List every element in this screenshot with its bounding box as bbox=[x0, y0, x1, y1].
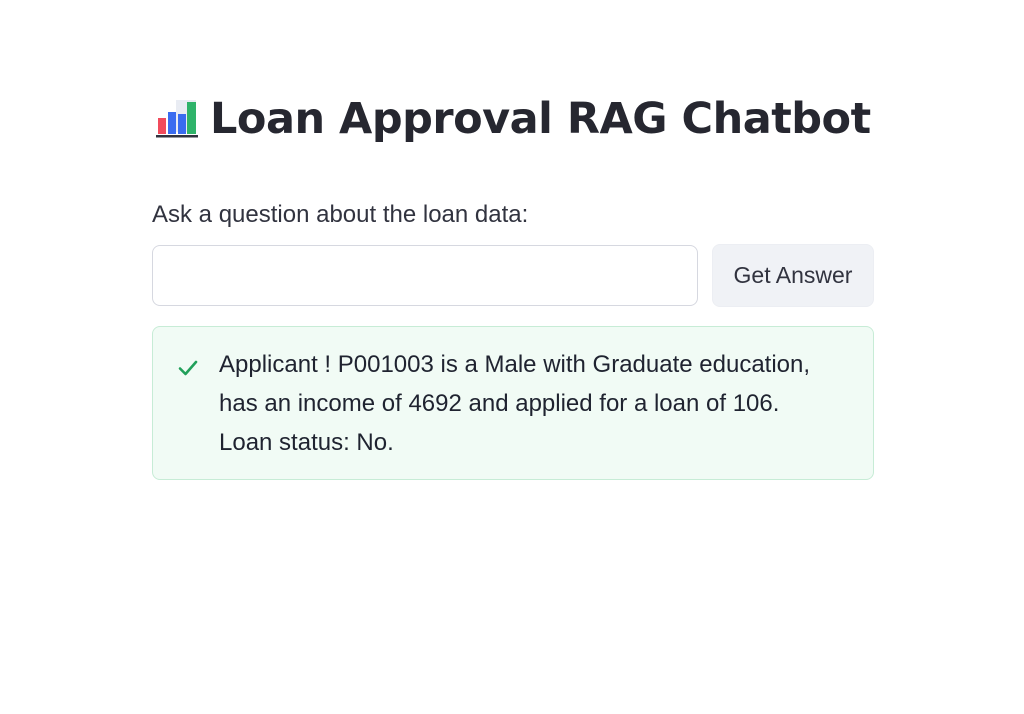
question-input[interactable] bbox=[152, 245, 698, 306]
app-container: Loan Approval RAG Chatbot Ask a question… bbox=[0, 0, 1024, 714]
answer-line: Applicant ! P001003 is a Male with Gradu… bbox=[219, 351, 811, 378]
answer-line: Loan status: No. bbox=[219, 429, 394, 456]
bar-chart-icon bbox=[154, 96, 200, 142]
header: Loan Approval RAG Chatbot bbox=[154, 92, 871, 146]
check-icon bbox=[177, 357, 199, 379]
answer-text: Applicant ! P001003 is a Male with Gradu… bbox=[219, 345, 849, 462]
get-answer-button[interactable]: Get Answer bbox=[712, 244, 874, 307]
question-label: Ask a question about the loan data: bbox=[152, 201, 529, 228]
answer-success-box: Applicant ! P001003 is a Male with Gradu… bbox=[152, 326, 874, 480]
page-title: Loan Approval RAG Chatbot bbox=[210, 94, 871, 144]
answer-line: has an income of 4692 and applied for a … bbox=[219, 390, 780, 417]
